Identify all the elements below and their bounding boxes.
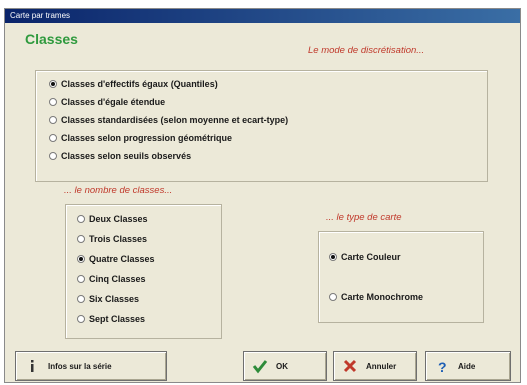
- checkmark-icon: [252, 360, 268, 374]
- discretization-label: Le mode de discrétisation...: [305, 45, 428, 56]
- info-icon: [31, 360, 34, 372]
- class-count-radio[interactable]: [77, 255, 85, 263]
- svg-text:?: ?: [438, 359, 447, 374]
- discretization-option[interactable]: Classes selon seuils observés: [49, 151, 191, 161]
- map-type-option-label: Carte Monochrome: [341, 292, 424, 302]
- class-count-option-label: Deux Classes: [89, 214, 148, 224]
- class-count-option[interactable]: Quatre Classes: [77, 254, 155, 264]
- discretization-radio[interactable]: [49, 98, 57, 106]
- discretization-option[interactable]: Classes selon progression géométrique: [49, 133, 232, 143]
- class-count-radio[interactable]: [77, 315, 85, 323]
- class-count-label: ... le nombre de classes...: [61, 185, 176, 196]
- map-type-group: [318, 231, 484, 323]
- dialog-window: Carte par trames Classes Le mode de disc…: [4, 8, 521, 383]
- map-type-option-label: Carte Couleur: [341, 252, 401, 262]
- class-count-option-label: Quatre Classes: [89, 254, 155, 264]
- class-count-option[interactable]: Six Classes: [77, 294, 139, 304]
- discretization-radio[interactable]: [49, 152, 57, 160]
- class-count-option[interactable]: Trois Classes: [77, 234, 147, 244]
- map-type-option[interactable]: Carte Monochrome: [329, 292, 423, 302]
- help-button[interactable]: ? Aide: [425, 351, 511, 381]
- class-count-option[interactable]: Deux Classes: [77, 214, 148, 224]
- cancel-button-label: Annuler: [366, 361, 397, 371]
- class-count-radio[interactable]: [77, 235, 85, 243]
- map-type-radio[interactable]: [329, 293, 337, 301]
- ok-button-label: OK: [276, 361, 288, 371]
- discretization-option-label: Classes d'effectifs égaux (Quantiles): [61, 79, 218, 89]
- class-count-radio[interactable]: [77, 215, 85, 223]
- discretization-option[interactable]: Classes d'effectifs égaux (Quantiles): [49, 79, 218, 89]
- discretization-radio[interactable]: [49, 80, 57, 88]
- discretization-radio[interactable]: [49, 134, 57, 142]
- class-count-option[interactable]: Cinq Classes: [77, 274, 146, 284]
- discretization-option-label: Classes selon progression géométrique: [61, 133, 233, 143]
- discretization-option[interactable]: Classes d'égale étendue: [49, 97, 165, 107]
- window-titlebar: Carte par trames: [5, 9, 520, 23]
- question-icon: ?: [438, 359, 447, 374]
- discretization-option-label: Classes d'égale étendue: [61, 97, 166, 107]
- map-type-label: ... le type de carte: [323, 212, 405, 223]
- cancel-button[interactable]: Annuler: [333, 351, 417, 381]
- class-count-option[interactable]: Sept Classes: [77, 314, 145, 324]
- discretization-radio[interactable]: [49, 116, 57, 124]
- discretization-option[interactable]: Classes standardisées (selon moyenne et …: [49, 115, 288, 125]
- x-icon: [343, 359, 357, 373]
- map-type-option[interactable]: Carte Couleur: [329, 252, 401, 262]
- class-count-option-label: Sept Classes: [89, 314, 146, 324]
- info-button[interactable]: Infos sur la série: [15, 351, 167, 381]
- class-count-radio[interactable]: [77, 295, 85, 303]
- map-type-radio[interactable]: [329, 253, 337, 261]
- class-count-option-label: Cinq Classes: [89, 274, 146, 284]
- class-count-option-label: Trois Classes: [89, 234, 148, 244]
- help-button-label: Aide: [458, 361, 476, 371]
- info-button-label: Infos sur la série: [48, 361, 112, 371]
- class-count-radio[interactable]: [77, 275, 85, 283]
- page-title: Classes: [25, 31, 78, 47]
- class-count-option-label: Six Classes: [89, 294, 140, 304]
- ok-button[interactable]: OK: [243, 351, 327, 381]
- discretization-option-label: Classes selon seuils observés: [61, 151, 192, 161]
- discretization-option-label: Classes standardisées (selon moyenne et …: [61, 115, 289, 125]
